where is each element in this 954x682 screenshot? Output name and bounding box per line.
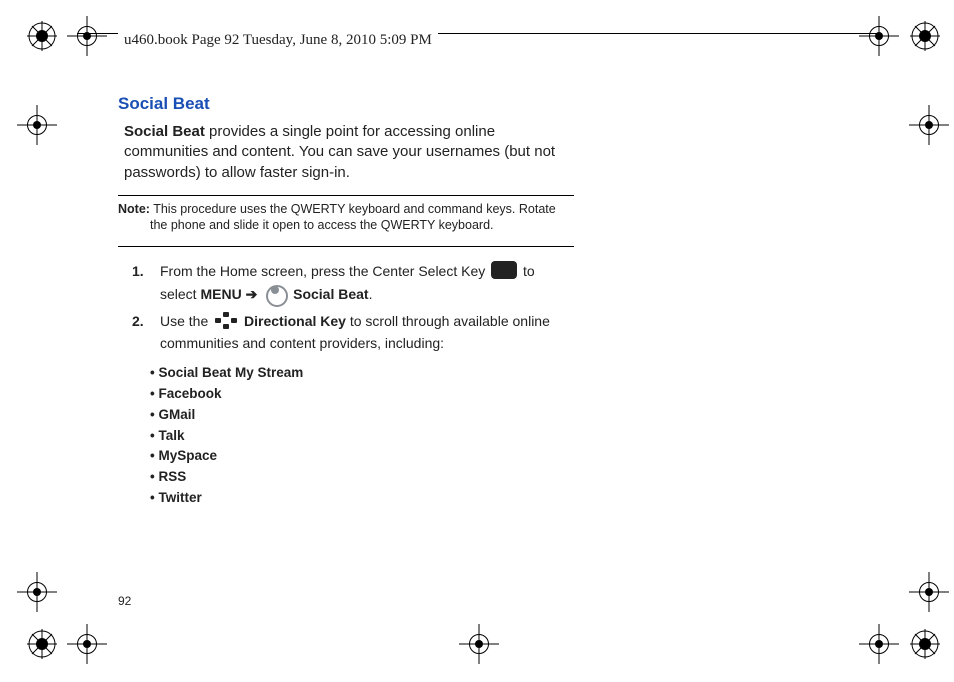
content-column: Social Beat Social Beat provides a singl…: [118, 94, 574, 509]
center-select-key-icon: [491, 261, 517, 279]
divider: [118, 246, 574, 248]
steps-list: 1. From the Home screen, press the Cente…: [132, 261, 574, 355]
header-filename: u460.book Page 92 Tuesday, June 8, 2010 …: [118, 32, 438, 49]
note-text-2: the phone and slide it open to access th…: [150, 218, 494, 232]
step-2: 2. Use the Directional Key to scroll thr…: [132, 311, 574, 354]
list-item: RSS: [150, 467, 574, 488]
cropmark-icon: [859, 16, 899, 56]
step-2-pre: Use the: [160, 313, 212, 329]
page-number: 92: [118, 594, 131, 608]
step-number: 1.: [132, 261, 144, 283]
social-beat-label: Social Beat: [293, 286, 368, 302]
directional-key-label: Directional Key: [244, 313, 346, 329]
list-item: GMail: [150, 405, 574, 426]
social-beat-app-icon: [264, 283, 286, 305]
cropmark-icon: [67, 16, 107, 56]
providers-list: Social Beat My Stream Facebook GMail Tal…: [150, 363, 574, 509]
directional-key-icon: [215, 312, 237, 328]
divider: [118, 195, 574, 197]
cropmark-icon: [459, 624, 499, 664]
cropmark-icon: [859, 624, 899, 664]
step-1: 1. From the Home screen, press the Cente…: [132, 261, 574, 305]
cropmark-icon: [909, 105, 949, 145]
cropmark-icon: [17, 105, 57, 145]
cropmark-icon: [67, 624, 107, 664]
regmark-icon: [27, 629, 57, 659]
list-item: Facebook: [150, 384, 574, 405]
arrow-icon: ➔: [246, 286, 262, 302]
cropmark-icon: [17, 572, 57, 612]
step-1-pre: From the Home screen, press the Center S…: [160, 263, 489, 279]
regmark-icon: [27, 21, 57, 51]
regmark-icon: [910, 21, 940, 51]
list-item: Social Beat My Stream: [150, 363, 574, 384]
regmark-icon: [910, 629, 940, 659]
intro-paragraph: Social Beat provides a single point for …: [124, 122, 574, 183]
note-text-1: This procedure uses the QWERTY keyboard …: [150, 202, 556, 216]
note-label: Note:: [118, 202, 150, 216]
intro-bold: Social Beat: [124, 123, 205, 140]
menu-label: MENU: [200, 286, 241, 302]
list-item: Talk: [150, 426, 574, 447]
cropmark-icon: [909, 572, 949, 612]
step-1-post: .: [369, 286, 373, 302]
list-item: MySpace: [150, 446, 574, 467]
list-item: Twitter: [150, 488, 574, 509]
section-title: Social Beat: [118, 94, 574, 114]
note-block: Note: This procedure uses the QWERTY key…: [118, 202, 574, 233]
step-number: 2.: [132, 311, 144, 333]
